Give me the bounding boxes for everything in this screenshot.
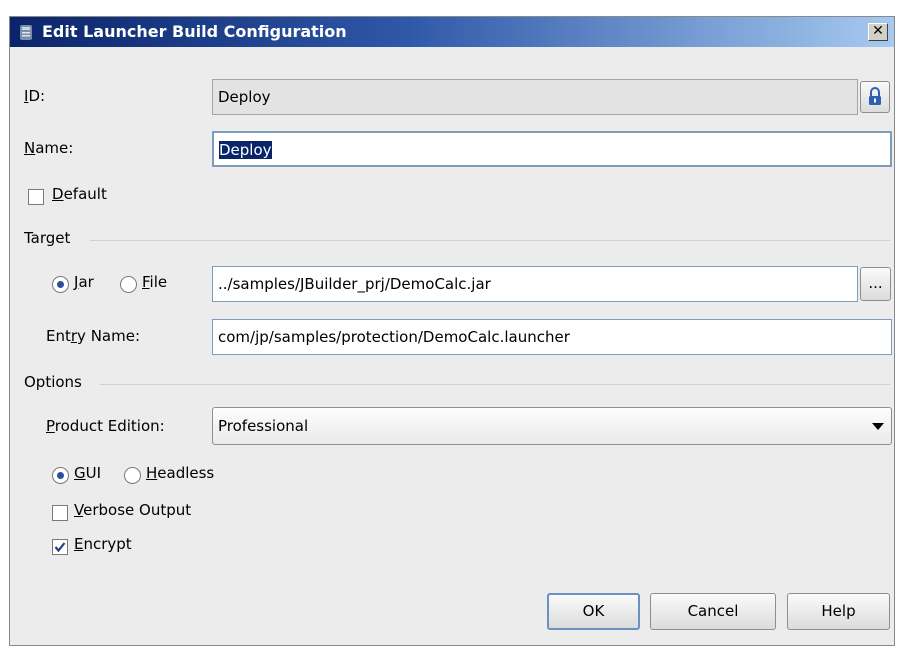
lock-icon (869, 87, 881, 105)
id-field: Deploy (212, 79, 858, 115)
close-icon: ✕ (872, 23, 884, 39)
title-bar[interactable]: Edit Launcher Build Configuration ✕ (10, 17, 894, 47)
jar-radio-label: Jar (74, 273, 94, 291)
product-edition-select[interactable]: Professional (212, 407, 892, 445)
gui-radio[interactable] (52, 467, 69, 484)
browse-button[interactable]: ... (860, 267, 891, 301)
encrypt-label: Encrypt (74, 535, 132, 553)
lock-button[interactable] (860, 81, 890, 113)
headless-radio[interactable] (124, 467, 141, 484)
target-path-input[interactable]: ../samples/JBuilder_prj/DemoCalc.jar (212, 266, 858, 302)
id-label: ID: (24, 87, 46, 105)
dialog-title: Edit Launcher Build Configuration (42, 22, 347, 41)
file-radio-label: File (142, 273, 168, 291)
options-section-label: Options (24, 373, 82, 391)
edit-launcher-dialog: Edit Launcher Build Configuration ✕ ID: … (9, 16, 895, 646)
product-edition-value: Professional (218, 417, 309, 435)
file-radio[interactable] (120, 276, 137, 293)
options-separator (100, 384, 890, 385)
checkmark-icon (54, 542, 66, 553)
ok-button[interactable]: OK (547, 593, 640, 630)
chevron-down-icon (872, 423, 884, 430)
entry-name-input[interactable]: com/jp/samples/protection/DemoCalc.launc… (212, 319, 892, 355)
verbose-label: Verbose Output (74, 501, 192, 519)
close-button[interactable]: ✕ (868, 23, 888, 41)
headless-radio-label: Headless (146, 464, 215, 482)
product-edition-label: Product Edition: (46, 417, 165, 435)
target-section-label: Target (24, 229, 71, 247)
encrypt-checkbox[interactable] (52, 539, 68, 555)
gui-radio-label: GUI (74, 464, 102, 482)
verbose-checkbox[interactable] (52, 505, 68, 521)
launcher-icon (20, 25, 32, 40)
entry-name-label: Entry Name: (46, 327, 140, 345)
cancel-button[interactable]: Cancel (650, 593, 776, 630)
jar-radio[interactable] (52, 276, 69, 293)
help-button[interactable]: Help (787, 593, 890, 630)
name-label: Name: (24, 139, 74, 157)
target-separator (90, 240, 890, 241)
name-input-value: Deploy (219, 141, 272, 159)
name-input[interactable]: Deploy (212, 131, 892, 167)
default-checkbox[interactable] (28, 189, 44, 205)
default-label: Default (52, 185, 107, 203)
